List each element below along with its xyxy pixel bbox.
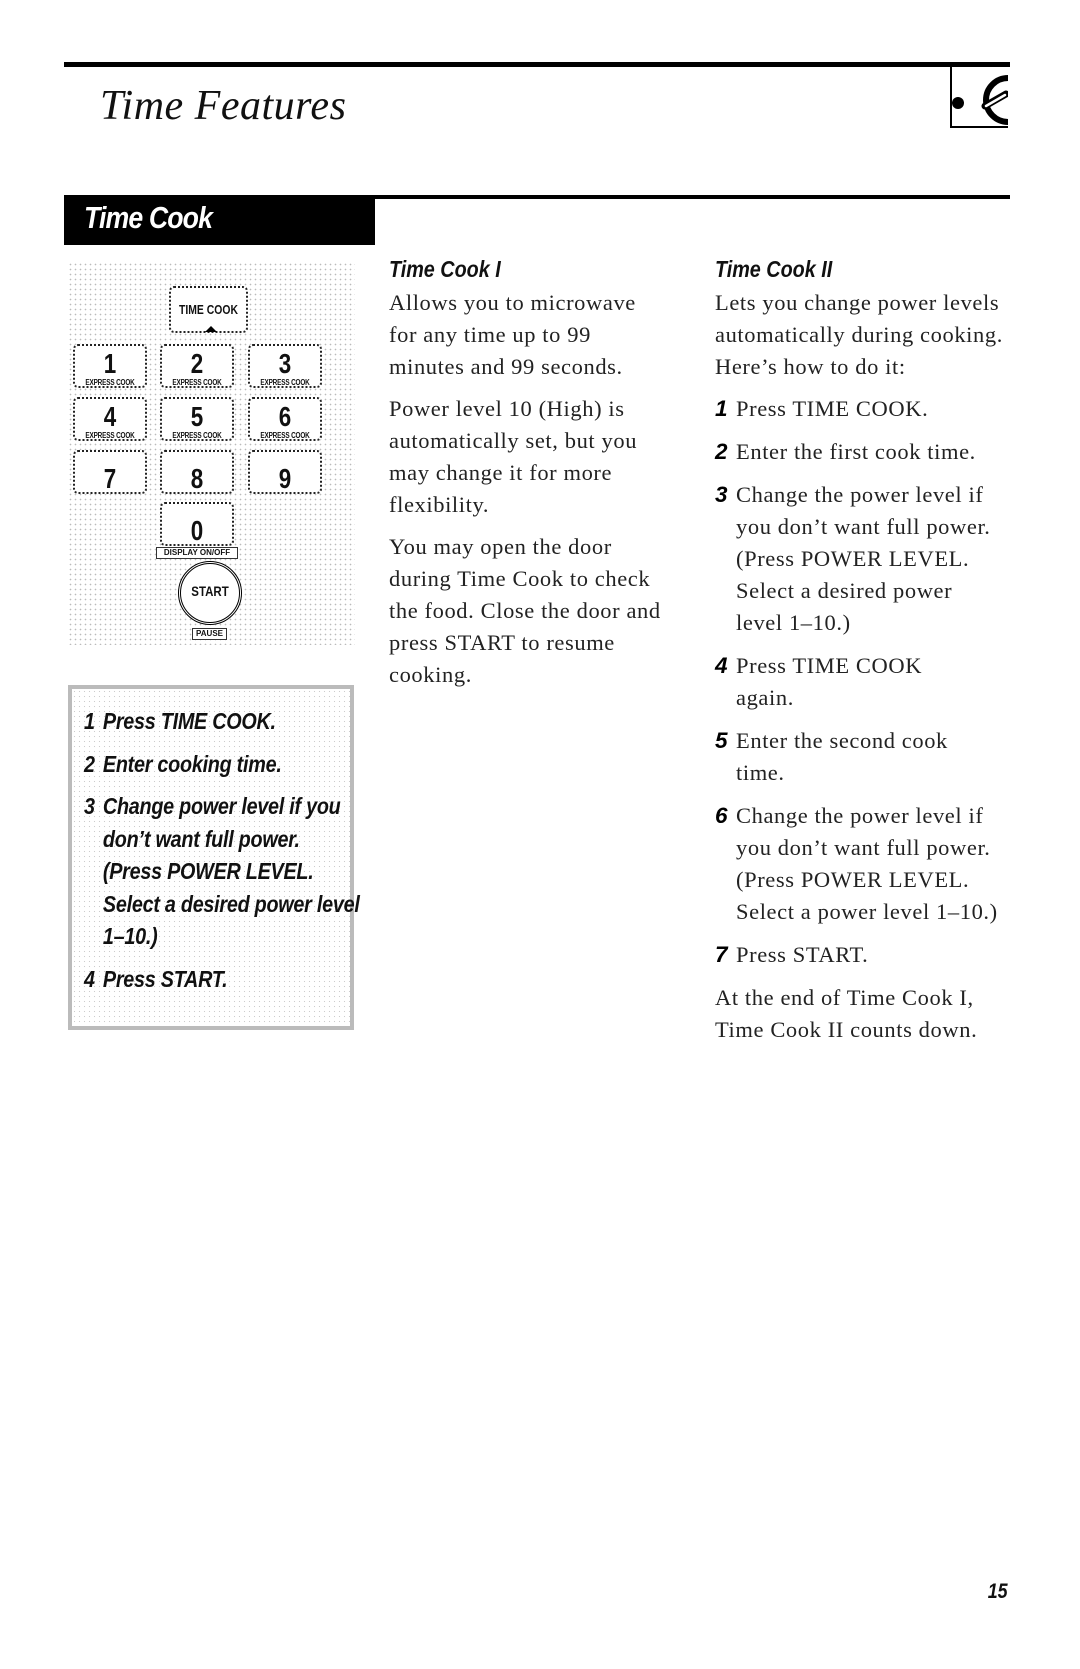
step-text: Change the power level if you don’t want… — [736, 482, 991, 635]
step-text: Press TIME COOK. — [736, 396, 929, 421]
key-number: 0 — [190, 515, 204, 546]
step-text: Enter the second cook time. — [736, 728, 948, 785]
key-number: 8 — [190, 463, 204, 494]
time-cook-2-steps: 1 Press TIME COOK. 2 Enter the first cook … — [715, 393, 1015, 971]
step-text: Press TIME COOK. — [102, 708, 276, 734]
key-number: 2 — [190, 348, 204, 379]
step-number: 5 — [715, 728, 729, 753]
key-1[interactable]: 1 EXPRESS COOK — [73, 344, 147, 388]
step-number: 1 — [715, 396, 729, 421]
quick-step: 3 Change power level if you don’t want fu… — [84, 790, 361, 953]
key-8[interactable]: 8 — [160, 450, 234, 494]
quick-steps-list: 1 Press TIME COOK. 2 Enter cooking time. 3… — [72, 689, 360, 995]
time-cook-1-section: Time Cook I Allows you to microwave for … — [389, 256, 689, 701]
key-number: 4 — [103, 401, 117, 432]
key-number: 1 — [103, 348, 117, 379]
key-0[interactable]: 0 — [160, 502, 234, 546]
key-sublabel: EXPRESS COOK — [85, 431, 135, 440]
key-number: 6 — [278, 401, 292, 432]
step-number: 2 — [715, 439, 729, 464]
key-sublabel: EXPRESS COOK — [260, 431, 310, 440]
pause-label: PAUSE — [192, 628, 227, 640]
step-text: Change power level if you don’t want ful… — [102, 793, 360, 949]
quick-step: 1 Press TIME COOK. — [84, 705, 378, 738]
start-button-label: START — [191, 583, 229, 599]
key-5[interactable]: 5 EXPRESS COOK — [160, 397, 234, 441]
step-number: 6 — [715, 803, 729, 828]
step-number: 4 — [84, 965, 95, 992]
time-cook-key[interactable]: TIME COOK — [169, 286, 248, 333]
paragraph: Allows you to microwave for any time up … — [389, 290, 636, 379]
step-item: 4 Press TIME COOK again. — [715, 650, 966, 714]
key-number: 7 — [103, 463, 117, 494]
step-text: Press TIME COOK again. — [736, 653, 923, 710]
time-cook-2-section: Time Cook II Lets you change power level… — [715, 256, 1015, 1056]
key-number: 5 — [190, 401, 204, 432]
page-title: Time Features — [100, 83, 347, 129]
step-item: 5 Enter the second cook time. — [715, 725, 1001, 789]
microwave-timer-icon — [950, 66, 1010, 128]
key-sublabel: EXPRESS COOK — [172, 431, 222, 440]
key-4[interactable]: 4 EXPRESS COOK — [73, 397, 147, 441]
key-2[interactable]: 2 EXPRESS COOK — [160, 344, 234, 388]
step-item: 3 Change the power level if you don’t wan… — [715, 479, 1001, 639]
start-button[interactable]: START — [178, 561, 242, 625]
quick-step: 4 Press START. — [84, 963, 378, 996]
time-cook-2-heading: Time Cook II — [715, 256, 833, 282]
intro-paragraph: Lets you change power levels automatical… — [715, 290, 1003, 379]
quick-step: 2 Enter cooking time. — [84, 748, 378, 781]
step-number: 3 — [84, 793, 95, 819]
step-item: 1 Press TIME COOK. — [715, 393, 1015, 425]
step-text: Enter cooking time. — [102, 750, 282, 777]
page-number: 15 — [987, 1580, 1008, 1603]
quick-steps-box: 1 Press TIME COOK. 2 Enter cooking time. 3… — [68, 685, 360, 1030]
step-number: 7 — [715, 942, 729, 967]
key-sublabel: EXPRESS COOK — [85, 378, 135, 387]
key-7[interactable]: 7 — [73, 450, 147, 494]
section-title: Time Cook — [84, 200, 213, 235]
step-text: Press START. — [736, 942, 869, 967]
step-number: 1 — [84, 708, 95, 734]
key-9[interactable]: 9 — [248, 450, 322, 494]
outro-paragraph: At the end of Time Cook I, Time Cook II … — [715, 985, 978, 1042]
time-cook-key-label: TIME COOK — [179, 302, 238, 317]
step-number: 4 — [715, 653, 729, 678]
key-number: 3 — [278, 348, 292, 379]
paragraph: You may open the door during Time Cook t… — [389, 534, 661, 687]
key-number: 9 — [278, 463, 292, 494]
section-header: Time Cook — [64, 195, 375, 245]
step-number: 3 — [715, 482, 729, 507]
step-item: 6 Change the power level if you don’t wan… — [715, 800, 1001, 928]
step-text: Enter the first cook time. — [736, 439, 976, 464]
key-6[interactable]: 6 EXPRESS COOK — [248, 397, 322, 441]
step-number: 2 — [84, 750, 95, 777]
time-cook-1-heading: Time Cook I — [389, 256, 501, 282]
step-text: Press START. — [102, 965, 228, 992]
display-on-off-label: DISPLAY ON/OFF — [156, 547, 238, 559]
key-3[interactable]: 3 EXPRESS COOK — [248, 344, 322, 388]
step-item: 2 Enter the first cook time. — [715, 436, 1015, 468]
step-item: 7 Press START. — [715, 939, 1015, 971]
paragraph: Power level 10 (High) is automatically s… — [389, 396, 638, 517]
keypad-illustration: TIME COOK 1 EXPRESS COOK 2 EXPRESS COOK 3E… — [68, 262, 355, 645]
key-sublabel: EXPRESS COOK — [172, 378, 222, 387]
step-text: Change the power level if you don’t want… — [736, 803, 998, 924]
indicator-arrow-icon — [205, 326, 217, 332]
header-rule — [64, 62, 1010, 67]
key-sublabel: EXPRESS COOK — [260, 378, 310, 387]
